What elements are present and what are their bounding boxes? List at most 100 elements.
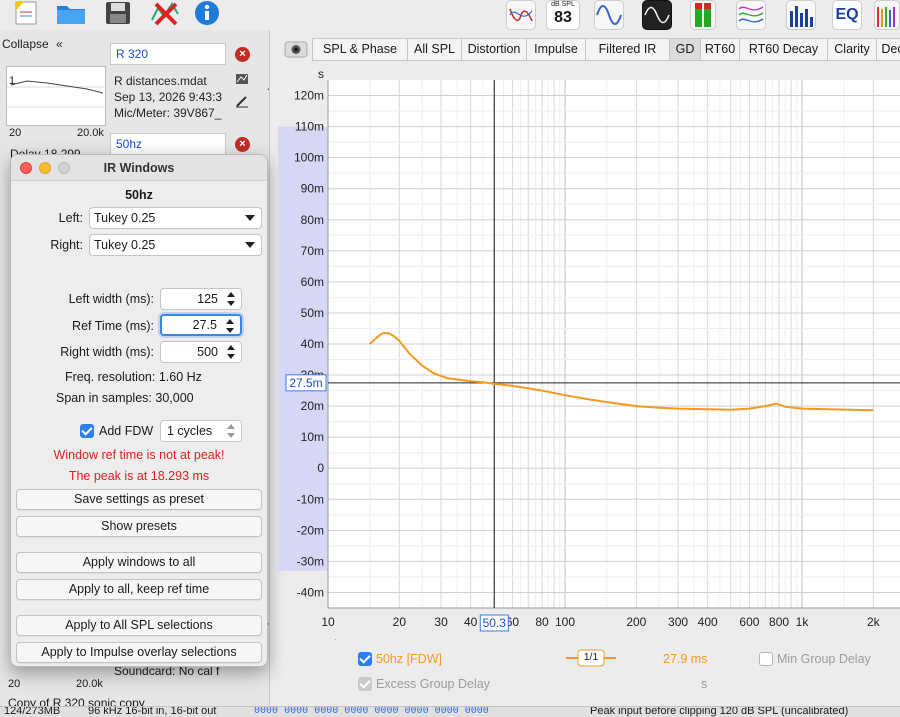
main-toolbar: dB SPL 83 EQ (0, 0, 900, 30)
delete-icon[interactable]: × (235, 47, 250, 62)
room-sim-icon[interactable] (874, 0, 900, 30)
level-meters-icon[interactable] (690, 0, 716, 30)
y-tick-label: 80m (301, 213, 324, 227)
tab-distortion[interactable]: Distortion (461, 38, 527, 61)
measurement-thumbnail[interactable]: 1 20 20.0k (6, 66, 107, 139)
y-tick-label: 0 (317, 461, 324, 475)
delete-icon[interactable]: × (235, 137, 250, 152)
notes-icon[interactable] (235, 72, 249, 86)
left-window-select[interactable]: Tukey 0.25 (89, 207, 262, 229)
frequency-response-icon[interactable] (506, 0, 536, 30)
y-tick-label: 20m (301, 399, 324, 413)
min-group-delay-label: Min Group Delay (777, 652, 871, 666)
tab-all-spl[interactable]: All SPL (407, 38, 462, 61)
spl-meter-value: 83 (554, 9, 572, 26)
apply-impulse-selections-button[interactable]: Apply to Impulse overlay selections (16, 642, 262, 663)
fdw-cycles-stepper[interactable]: 1 cycles (160, 420, 242, 442)
tab-spl-phase[interactable]: SPL & Phase (312, 38, 408, 61)
y-tick-label: 90m (301, 182, 324, 196)
add-fdw-label: Add FDW (99, 424, 154, 438)
trace-visible-checkbox[interactable] (358, 652, 372, 666)
save-icon[interactable] (104, 0, 134, 26)
y-tick-label: 50m (301, 306, 324, 320)
add-fdw-checkbox[interactable] (80, 424, 94, 438)
oscilloscope-icon[interactable] (642, 0, 672, 30)
span-samples-value: 30,000 (155, 391, 194, 405)
ref-time-stepper[interactable]: 27.5 (160, 314, 242, 336)
tab-rt60-decay[interactable]: RT60 Decay (739, 38, 828, 61)
generator-icon[interactable] (594, 0, 624, 30)
stepper-arrows-icon[interactable] (224, 318, 236, 334)
y-tick-label: -20m (297, 523, 324, 537)
right-width-stepper[interactable]: 500 (160, 341, 242, 363)
dialog-measurement-name: 50hz (125, 188, 153, 202)
dialog-title: IR Windows (103, 161, 175, 175)
left-width-stepper[interactable]: 125 (160, 288, 242, 310)
cursor-y-label: 27.5m (289, 376, 322, 390)
tab-impulse[interactable]: Impulse (526, 38, 586, 61)
fdw-cycles-value: 1 cycles (167, 424, 213, 438)
right-window-select[interactable]: Tukey 0.25 (89, 234, 262, 256)
show-presets-button[interactable]: Show presets (16, 516, 262, 537)
overlay-icon[interactable] (736, 0, 766, 30)
ref-time-warning: Window ref time is not at peak! (53, 448, 225, 462)
x-tick-label: 10 (321, 615, 335, 629)
rta-icon[interactable] (786, 0, 816, 30)
pen-icon[interactable] (235, 94, 249, 108)
excess-unit: s (701, 677, 708, 691)
tab-gd[interactable]: GD (669, 38, 701, 61)
y-tick-label: 70m (301, 244, 324, 258)
gd-plot[interactable]: -40m-30m-20m-10m010m20m30m40m50m60m70m80… (278, 80, 900, 645)
freq-resolution: Freq. resolution: 1.60 Hz (65, 370, 202, 384)
measurement-name-input[interactable]: 50hz (110, 133, 226, 155)
trace-name: 50hz [FDW] (376, 652, 442, 666)
tab-filtered-ir[interactable]: Filtered IR (585, 38, 670, 61)
ir-windows-dialog: IR Windows 50hz Left: Tukey 0.25 Right: … (10, 154, 268, 667)
apply-windows-all-button[interactable]: Apply windows to all (16, 552, 262, 573)
tab-rt60[interactable]: RT60 (700, 38, 740, 61)
y-tick-label: 120m (294, 89, 324, 103)
x-tick-label: 40 (464, 615, 478, 629)
right-width-value: 500 (197, 345, 218, 359)
tab-clarity[interactable]: Clarity (827, 38, 877, 61)
camera-icon[interactable] (284, 40, 308, 58)
status-bar: 124/273MB 96 kHz 16-bit in, 16-bit out 0… (0, 706, 900, 717)
right-window-value: Tukey 0.25 (94, 238, 156, 252)
left-width-label: Left width (ms): (68, 292, 154, 306)
smoothing-control[interactable]: 1/1 (566, 648, 616, 668)
graph-legend: 50hz [FDW] 1/1 27.9 ms Min Group Delay E… (284, 642, 900, 706)
cursor-value: 27.9 ms (663, 652, 708, 666)
thumbnail-label: 1 (9, 75, 16, 87)
eq-icon[interactable]: EQ (832, 0, 862, 30)
stepper-arrows-icon[interactable] (225, 423, 237, 439)
x-tick-label: 800 (769, 615, 789, 629)
left-window-label: Left: (58, 211, 83, 225)
measurement-name-input[interactable]: R 320 (110, 43, 226, 65)
measurement-name-partial[interactable]: Copy of R 320 sonic copy (8, 696, 145, 706)
x-tick-label: 400 (698, 615, 718, 629)
stepper-arrows-icon[interactable] (225, 344, 237, 360)
info-icon[interactable] (193, 0, 223, 26)
info-line: Sep 13, 2026 9:43:3 (114, 90, 223, 104)
collapse-button[interactable]: Collapse « (2, 37, 63, 51)
apply-keep-ref-button[interactable]: Apply to all, keep ref time (16, 579, 262, 600)
format-status: 96 kHz 16-bit in, 16-bit out (88, 706, 217, 717)
apply-spl-selections-button[interactable]: Apply to All SPL selections (16, 615, 262, 636)
save-preset-button[interactable]: Save settings as preset (16, 489, 262, 510)
delete-measurement-icon[interactable] (150, 0, 180, 26)
chevron-down-icon (245, 215, 255, 221)
dialog-titlebar: IR Windows (11, 155, 267, 181)
tab-deca[interactable]: Deca (876, 38, 900, 61)
span-samples-label: Span in samples: (56, 391, 152, 405)
spl-meter-icon[interactable]: dB SPL 83 (546, 0, 580, 30)
open-folder-icon[interactable] (55, 0, 85, 26)
stepper-arrows-icon[interactable] (225, 291, 237, 307)
eq-label: EQ (835, 6, 859, 23)
peak-time-warning: The peak is at 18.293 ms (68, 469, 210, 483)
collapse-chevron-icon: « (56, 37, 63, 51)
y-tick-label: 100m (294, 151, 324, 165)
min-group-delay-checkbox[interactable] (759, 652, 773, 666)
thumbnail-axis-left: 20 (9, 127, 22, 139)
new-icon[interactable] (12, 0, 42, 26)
excess-group-delay-checkbox[interactable] (358, 677, 372, 691)
